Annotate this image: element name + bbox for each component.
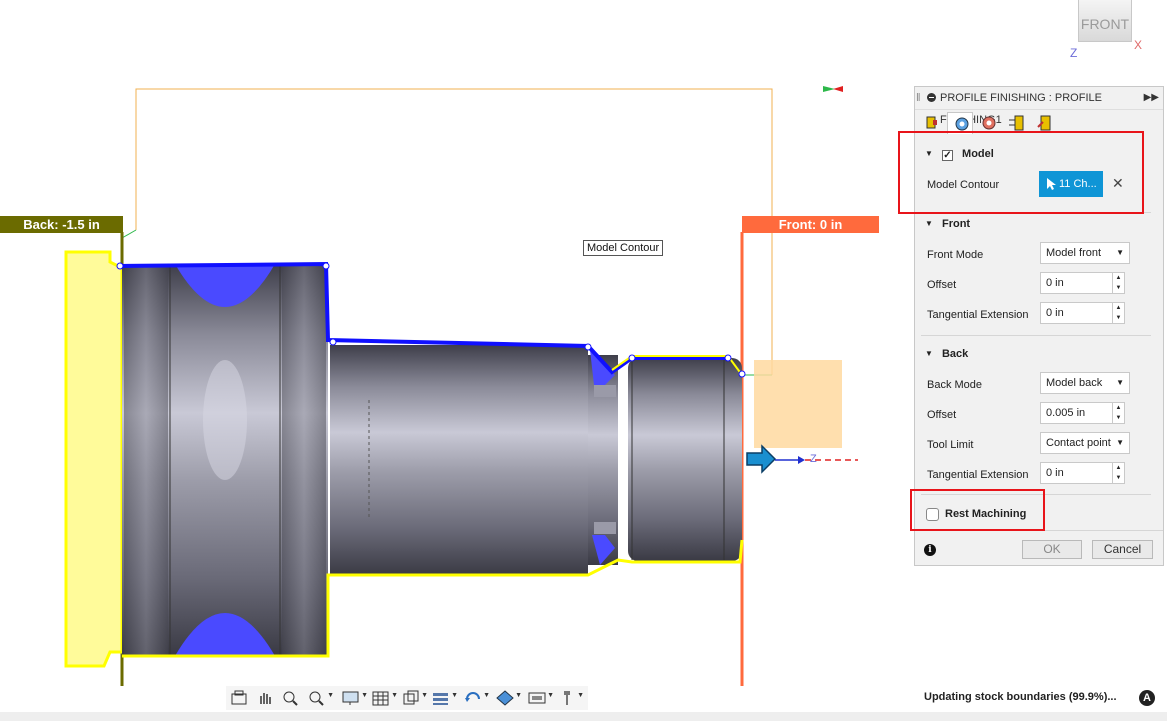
- front-mode-label: Front Mode: [927, 249, 984, 261]
- collapse-icon[interactable]: [927, 93, 936, 102]
- zoom-window-icon[interactable]: [282, 690, 304, 706]
- highlight-model-section: [898, 131, 1144, 214]
- bottom-strip: [0, 712, 1167, 721]
- viewport-canvas[interactable]: [0, 0, 912, 712]
- front-offset-value: 0 in: [1046, 277, 1064, 289]
- back-mode-label: Back Mode: [927, 379, 983, 391]
- back-section-header[interactable]: ▼ Back: [925, 348, 968, 360]
- back-offset-label: Offset: [927, 409, 957, 421]
- chuck-stock: [64, 250, 124, 668]
- navigation-toolbar: ▼ ▼ ▼ ▼ ▼ ▼ ▼ ▼ ▼: [226, 686, 588, 710]
- chevron-down-icon[interactable]: ▼: [515, 692, 522, 699]
- spinner-icon[interactable]: ▲ ▼: [1112, 463, 1124, 483]
- zoom-icon[interactable]: ▼: [308, 690, 334, 706]
- front-offset-input[interactable]: 0 in ▲ ▼: [1040, 272, 1125, 294]
- chevron-down-icon[interactable]: ▼: [421, 692, 428, 699]
- front-offset-label: Offset: [927, 279, 957, 291]
- back-mode-value: Model back: [1046, 377, 1103, 389]
- viewcube-axis-x: X: [1134, 38, 1143, 52]
- tool-tab-icon: [926, 116, 937, 129]
- back-mode-select[interactable]: Model back ▼: [1040, 372, 1130, 394]
- model-contour-tooltip: Model Contour: [583, 240, 664, 256]
- viewcube-axis-z: Z: [1070, 46, 1078, 60]
- spinner-icon[interactable]: ▲ ▼: [1112, 303, 1124, 323]
- front-tangential-label: Tangential Extension: [927, 309, 1029, 321]
- environment-icon[interactable]: ▼: [528, 690, 554, 706]
- tool-limit-label: Tool Limit: [927, 439, 974, 451]
- view-icon[interactable]: ▼: [402, 690, 428, 706]
- cancel-button[interactable]: Cancel: [1092, 540, 1153, 559]
- back-tangential-label: Tangential Extension: [927, 469, 1029, 481]
- passes-tab-icon: [1009, 115, 1024, 131]
- heights-tab-icon: [982, 116, 996, 130]
- spinner-icon[interactable]: ▲ ▼: [1112, 273, 1124, 293]
- chevron-down-icon: ▼: [1116, 248, 1124, 257]
- layers-icon[interactable]: ▼: [432, 690, 458, 706]
- ok-button[interactable]: OK: [1022, 540, 1082, 559]
- chevron-down-icon[interactable]: ▼: [391, 692, 398, 699]
- part-small-diameter: [628, 358, 742, 561]
- axis-z-label: Z: [810, 453, 817, 465]
- chevron-down-icon: ▼: [1116, 438, 1124, 447]
- display-icon[interactable]: ▼: [342, 690, 368, 706]
- chevron-down-icon: ▼: [1116, 378, 1124, 387]
- divider: [921, 335, 1151, 336]
- back-tangential-input[interactable]: 0 in ▲ ▼: [1040, 462, 1125, 484]
- back-plane-label: Back: -1.5 in: [0, 216, 123, 233]
- back-offset-input[interactable]: 0.005 in ▲ ▼: [1040, 402, 1125, 424]
- section-collapse-icon[interactable]: ▼: [925, 349, 933, 358]
- back-heading: Back: [941, 348, 969, 360]
- front-mode-select[interactable]: Model front ▼: [1040, 242, 1130, 264]
- front-heading: Front: [941, 218, 971, 230]
- chevron-down-icon[interactable]: ▼: [547, 692, 554, 699]
- front-section-header[interactable]: ▼ Front: [925, 218, 970, 230]
- appearance-icon[interactable]: ▼: [496, 690, 522, 706]
- section-collapse-icon[interactable]: ▼: [925, 219, 933, 228]
- back-offset-value: 0.005 in: [1046, 407, 1086, 419]
- autodesk-icon[interactable]: A: [1139, 690, 1155, 706]
- expand-panel-icon[interactable]: ▶▶: [1144, 87, 1159, 109]
- spinner-icon[interactable]: ▲ ▼: [1112, 403, 1124, 423]
- grip-icon[interactable]: ‖: [916, 87, 921, 109]
- chevron-down-icon[interactable]: ▼: [483, 692, 490, 699]
- front-mode-value: Model front: [1046, 247, 1102, 259]
- front-tangential-value: 0 in: [1046, 307, 1064, 319]
- info-icon[interactable]: i: [924, 544, 936, 556]
- viewcube[interactable]: FRONT: [1078, 0, 1132, 42]
- viewcube-face-label[interactable]: FRONT: [1081, 16, 1129, 32]
- front-tangential-input[interactable]: 0 in ▲ ▼: [1040, 302, 1125, 324]
- grid-icon[interactable]: ▼: [372, 690, 398, 706]
- chevron-down-icon[interactable]: ▼: [451, 692, 458, 699]
- tool-limit-value: Contact point: [1046, 437, 1111, 449]
- status-text: Updating stock boundaries (99.9%)...: [924, 691, 1117, 703]
- panel-titlebar[interactable]: ‖ PROFILE FINISHING : PROFILE FINISHING1…: [915, 87, 1163, 126]
- highlight-rest-machining: [910, 489, 1045, 531]
- tool-insert-preview: [754, 360, 842, 448]
- back-tangential-value: 0 in: [1046, 467, 1064, 479]
- pan-icon[interactable]: [256, 690, 278, 706]
- chevron-down-icon[interactable]: ▼: [361, 692, 368, 699]
- linking-tab-icon: [1037, 115, 1051, 131]
- geometry-tab-icon: [955, 117, 969, 131]
- settings-icon[interactable]: ▼: [558, 690, 584, 706]
- chevron-down-icon[interactable]: ▼: [327, 692, 334, 699]
- chevron-down-icon[interactable]: ▼: [577, 692, 584, 699]
- tool-limit-select[interactable]: Contact point ▼: [1040, 432, 1130, 454]
- capture-icon[interactable]: [230, 690, 252, 706]
- origin-arrow-icon: [746, 444, 777, 474]
- front-plane-label: Front: 0 in: [742, 216, 879, 233]
- orbit-icon[interactable]: ▼: [464, 690, 490, 706]
